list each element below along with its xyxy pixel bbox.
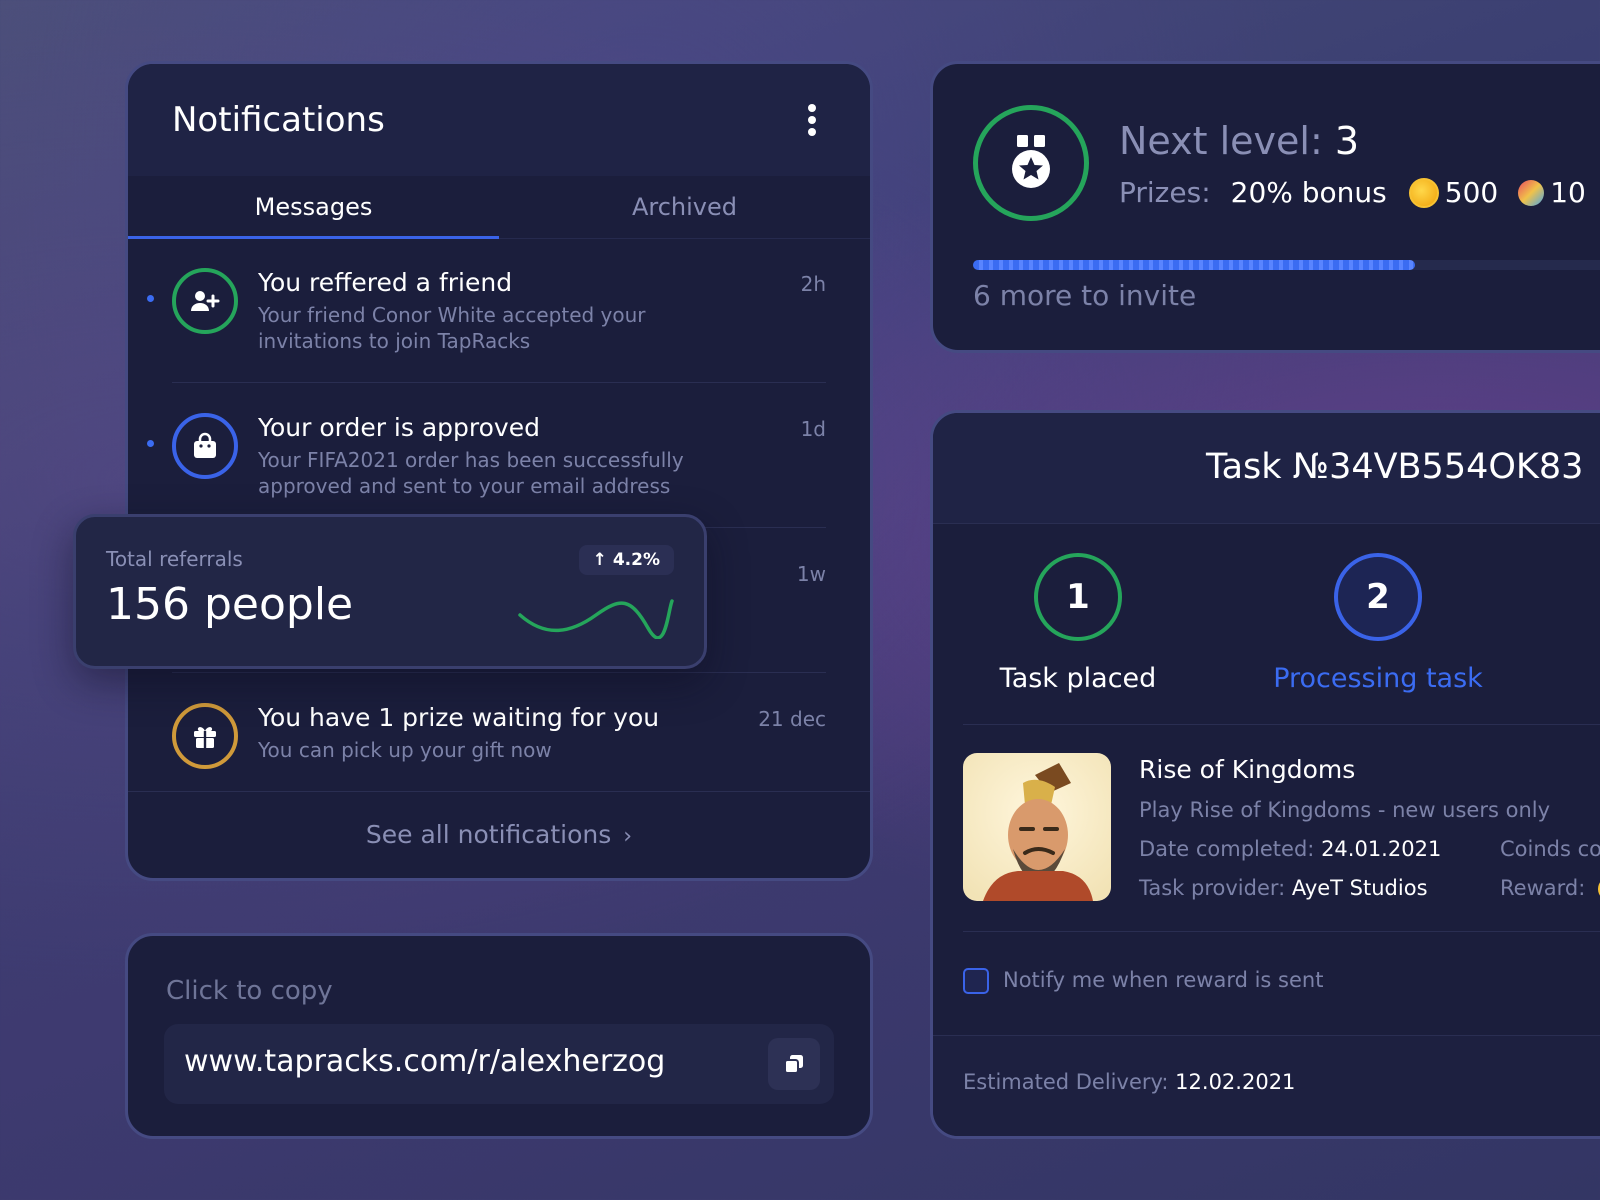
date-completed-label: Date completed:: [1139, 837, 1315, 861]
ticket-icon: [1518, 179, 1545, 206]
gift-icon: [172, 703, 238, 769]
see-all-label: See all notifications: [365, 820, 612, 849]
notification-title: You have 1 prize waiting for you: [258, 703, 660, 732]
prizes-label: Prizes:: [1119, 176, 1211, 209]
unread-dot: [147, 295, 154, 302]
game-name: Rise of Kingdoms: [1139, 755, 1356, 784]
more-options-icon[interactable]: [806, 104, 818, 136]
reward: Reward:: [1500, 876, 1600, 901]
change-badge: ↑ 4.2%: [578, 545, 674, 575]
notify-checkbox[interactable]: [963, 968, 989, 994]
notification-item[interactable]: You reffered a friend Your friend Conor …: [128, 238, 870, 383]
add-user-icon: [172, 268, 238, 334]
step-task-placed: 1 Task placed: [953, 553, 1203, 694]
next-level-value: 3: [1334, 119, 1360, 163]
notifications-tabs: Messages Archived: [128, 176, 870, 239]
task-header: Task №34VB554OK83: [933, 413, 1600, 524]
notification-subtitle: Your friend Conor White accepted your in…: [258, 303, 646, 353]
level-progress-fill: [973, 260, 1415, 270]
copy-icon: [784, 1055, 803, 1074]
date-completed: Date completed: 24.01.2021: [1139, 837, 1441, 861]
divider: [963, 931, 1600, 932]
notification-subtitle: Your FIFA2021 order has been successfull…: [258, 448, 684, 498]
referrals-value: 156 people: [106, 579, 354, 630]
change-value: 4.2%: [612, 550, 660, 570]
notification-subtitle: You can pick up your gift now: [258, 738, 552, 762]
referral-url[interactable]: www.tapracks.com/r/alexherzog: [184, 1044, 665, 1079]
notification-time: 1d: [800, 417, 826, 441]
chevron-right-icon: ›: [623, 824, 633, 849]
estimated-delivery: Estimated Delivery: 12.02.2021: [963, 1070, 1295, 1094]
notification-title: You reffered a friend: [258, 268, 513, 297]
date-completed-value: 24.01.2021: [1321, 837, 1442, 861]
divider: [963, 724, 1600, 725]
coin-icon: [1408, 177, 1439, 208]
remaining-invites: 6 more to invite: [973, 279, 1197, 312]
next-level: Next level: 3: [1119, 119, 1359, 163]
total-referrals-card: Total referrals 156 people ↑ 4.2%: [73, 514, 707, 669]
step-label: Processing task: [1273, 663, 1483, 694]
referral-link-field[interactable]: www.tapracks.com/r/alexherzog: [164, 1024, 834, 1104]
next-level-card: Next level: 3 Prizes: 20% bonus 500 10 6…: [930, 61, 1600, 353]
unread-dot: [147, 440, 154, 447]
step-number: 2: [1334, 553, 1422, 641]
task-footer: Estimated Delivery: 12.02.2021: [933, 1035, 1600, 1136]
game-description: Play Rise of Kingdoms - new users only: [1139, 798, 1551, 822]
game-thumbnail: [963, 753, 1111, 901]
notification-item[interactable]: Your order is approved Your FIFA2021 ord…: [128, 383, 870, 528]
notification-item[interactable]: You have 1 prize waiting for you You can…: [128, 673, 870, 793]
task-provider-label: Task provider:: [1139, 876, 1286, 900]
step-number: 1: [1034, 553, 1122, 641]
reward-label: Reward:: [1500, 876, 1586, 900]
notifications-header: Notifications: [128, 64, 870, 176]
task-title: Task №34VB554OK83: [1206, 447, 1584, 487]
shopping-bag-icon: [172, 413, 238, 479]
task-provider: Task provider: AyeT Studios: [1139, 876, 1428, 900]
task-provider-value: AyeT Studios: [1291, 876, 1428, 900]
referral-link-card: Click to copy www.tapracks.com/r/alexher…: [125, 933, 873, 1139]
level-progress-bar: [973, 260, 1600, 270]
copy-label: Click to copy: [166, 976, 333, 1006]
copy-button[interactable]: [768, 1038, 820, 1090]
prize-coins: 500: [1444, 176, 1499, 209]
step-processing-task: 2 Processing task: [1253, 553, 1503, 694]
delivery-label: Estimated Delivery:: [963, 1070, 1169, 1094]
notification-time: 2h: [800, 272, 826, 296]
referrals-label: Total referrals: [106, 547, 243, 571]
notifications-panel: Notifications Messages Archived You reff…: [125, 61, 873, 881]
trend-sparkline: [518, 599, 674, 639]
prizes-row: Prizes: 20% bonus 500 10: [1119, 176, 1586, 209]
notifications-title: Notifications: [172, 100, 385, 140]
tab-archived[interactable]: Archived: [499, 176, 870, 238]
next-level-label: Next level:: [1119, 119, 1323, 163]
medal-icon: [973, 105, 1089, 221]
tab-messages[interactable]: Messages: [128, 176, 499, 238]
coins-label: Coinds coc: [1500, 837, 1600, 861]
notification-time: 1w: [796, 562, 826, 586]
delivery-value: 12.02.2021: [1175, 1070, 1296, 1094]
notification-time: 21 dec: [758, 707, 826, 731]
task-card: Task №34VB554OK83 1 Task placed 2 Proces…: [930, 410, 1600, 1139]
prize-tickets: 10: [1550, 176, 1586, 209]
prize-bonus: 20% bonus: [1230, 176, 1387, 209]
arrow-up-icon: ↑: [592, 550, 607, 570]
notify-label[interactable]: Notify me when reward is sent: [1003, 968, 1323, 992]
step-label: Task placed: [999, 663, 1157, 694]
notification-title: Your order is approved: [258, 413, 540, 442]
see-all-notifications-link[interactable]: See all notifications ›: [128, 791, 870, 878]
